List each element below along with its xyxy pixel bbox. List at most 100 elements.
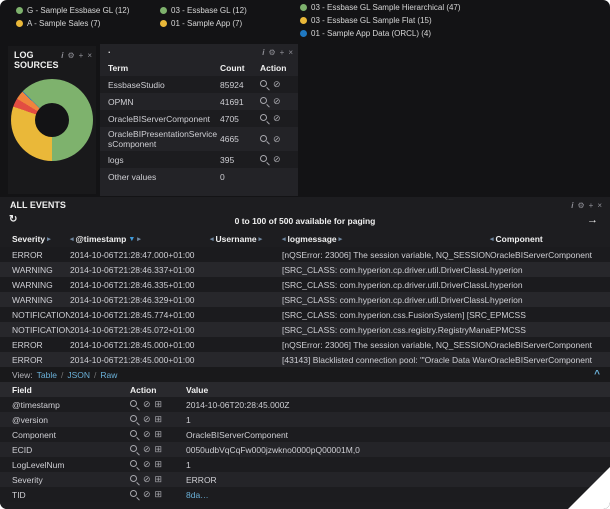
field-value: OracleBIServerComponent [186,430,610,440]
column-header-component[interactable]: ◂ Component [490,234,610,244]
close-icon[interactable]: × [597,201,602,210]
term-count: 41691 [220,97,260,107]
close-icon[interactable]: × [87,51,92,60]
chevron-left-icon[interactable]: ◂ [210,235,214,243]
legend-item[interactable]: G - Sample Essbase GL (12) [16,4,129,17]
timestamp-cell: 2014-10-06T21:28:45.774+01:00 [70,310,210,320]
event-row[interactable]: ERROR 2014-10-06T21:28:47.000+01:00 [nQS… [0,247,610,262]
all-events-panel: ALL EVENTS i ⚙ + × ↻ 0 to 100 of 500 ava… [0,197,610,509]
ban-icon[interactable]: ⊘ [143,475,151,484]
legend-item[interactable]: 03 - Essbase GL Sample Hierarchical (47) [300,1,461,14]
gear-icon[interactable]: ⚙ [268,48,275,57]
chevron-right-icon[interactable]: ▸ [47,235,51,243]
search-icon[interactable] [130,490,139,499]
chevron-right-icon[interactable]: ▸ [339,235,343,243]
gear-icon[interactable]: ⚙ [577,201,584,210]
series-color-dot [16,20,23,27]
info-icon[interactable]: i [61,51,63,60]
column-header-term: Term [108,63,220,73]
search-icon[interactable] [260,135,269,144]
severity-cell: NOTIFICATION [12,325,70,335]
column-header-severity[interactable]: Severity ▸ [12,234,70,244]
sort-desc-icon[interactable]: ▼ [128,236,135,243]
move-icon[interactable]: + [79,51,84,60]
component-cell: hyperion [490,295,610,305]
legend-item[interactable]: 01 - Sample App Data (ORCL) (4) [300,27,461,40]
search-icon[interactable] [130,430,139,439]
ban-icon[interactable]: ⊘ [273,97,281,106]
view-raw-link[interactable]: Raw [100,370,117,380]
collapse-detail-icon[interactable]: ^ [594,369,600,380]
legend-label: A - Sample Sales (7) [27,17,100,30]
table-cells-icon[interactable]: ⊞ [155,445,163,454]
ban-icon[interactable]: ⊘ [273,80,281,89]
info-icon[interactable]: i [262,48,264,57]
search-icon[interactable] [130,460,139,469]
ban-icon[interactable]: ⊘ [273,135,281,144]
log-sources-donut[interactable] [11,79,93,161]
search-icon[interactable] [260,97,269,106]
logmessage-cell: [nQSError: 23006] The session variable, … [282,340,490,350]
legend-label: 03 - Essbase GL (12) [171,4,247,17]
field-value: 1 [186,460,610,470]
chevron-right-icon[interactable]: ▸ [259,235,263,243]
next-page-icon[interactable]: → [587,214,598,226]
close-icon[interactable]: × [288,48,293,57]
event-row[interactable]: NOTIFICATION 2014-10-06T21:28:45.774+01:… [0,307,610,322]
refresh-icon[interactable]: ↻ [9,214,17,225]
event-row[interactable]: NOTIFICATION 2014-10-06T21:28:45.072+01:… [0,322,610,337]
term-row: OPMN 41691 ⊘ [100,93,298,110]
info-icon[interactable]: i [571,201,573,210]
column-header-username[interactable]: ◂ Username ▸ [210,234,282,244]
ban-icon[interactable]: ⊘ [143,400,151,409]
table-cells-icon[interactable]: ⊞ [155,430,163,439]
field-name: LogLevelNum [12,460,130,470]
term-row: Other values 0 [100,168,298,185]
event-row[interactable]: ERROR 2014-10-06T21:28:45.000+01:00 [nQS… [0,337,610,352]
ban-icon[interactable]: ⊘ [143,430,151,439]
column-header-logmessage[interactable]: ◂ logmessage ▸ [282,234,490,244]
ban-icon[interactable]: ⊘ [273,155,281,164]
search-icon[interactable] [260,80,269,89]
ban-icon[interactable]: ⊘ [273,114,281,123]
legend-item[interactable]: A - Sample Sales (7) [16,17,129,30]
search-icon[interactable] [130,445,139,454]
legend-item[interactable]: 01 - Sample App (7) [160,17,247,30]
term-value: OracleBIServerComponent [108,114,220,124]
ban-icon[interactable]: ⊘ [143,445,151,454]
event-row[interactable]: WARNING 2014-10-06T21:28:46.335+01:00 [S… [0,277,610,292]
table-cells-icon[interactable]: ⊞ [155,400,163,409]
ban-icon[interactable]: ⊘ [143,460,151,469]
event-row[interactable]: WARNING 2014-10-06T21:28:46.329+01:00 [S… [0,292,610,307]
search-icon[interactable] [130,400,139,409]
event-row[interactable]: WARNING 2014-10-06T21:28:46.337+01:00 [S… [0,262,610,277]
table-cells-icon[interactable]: ⊞ [155,475,163,484]
move-icon[interactable]: + [280,48,285,57]
table-cells-icon[interactable]: ⊞ [155,490,163,499]
legend-item[interactable]: 03 - Essbase GL (12) [160,4,247,17]
column-header-timestamp[interactable]: ◂ @timestamp ▼ ▸ [70,234,210,244]
legend-item[interactable]: 03 - Essbase GL Sample Flat (15) [300,14,461,27]
event-detail-bar: View: Table / JSON / Raw ^ [0,367,610,382]
gear-icon[interactable]: ⚙ [67,51,74,60]
view-table-link[interactable]: Table [37,370,57,380]
move-icon[interactable]: + [589,201,594,210]
chevron-left-icon[interactable]: ◂ [490,235,494,243]
event-row[interactable]: ERROR 2014-10-06T21:28:45.000+01:00 [431… [0,352,610,367]
ban-icon[interactable]: ⊘ [143,490,151,499]
field-row: ECID ⊘⊞ 0050udbVqCqFw000jzwkno0000pQ0000… [0,442,610,457]
search-icon[interactable] [130,415,139,424]
ban-icon[interactable]: ⊘ [143,415,151,424]
search-icon[interactable] [260,155,269,164]
table-cells-icon[interactable]: ⊞ [155,415,163,424]
view-json-link[interactable]: JSON [67,370,90,380]
panel-toolbar: i ⚙ + × [61,51,92,60]
table-cells-icon[interactable]: ⊞ [155,460,163,469]
chevron-left-icon[interactable]: ◂ [70,235,74,243]
field-value: 2014-10-06T20:28:45.000Z [186,400,610,410]
field-name: Component [12,430,130,440]
chevron-left-icon[interactable]: ◂ [282,235,286,243]
search-icon[interactable] [260,114,269,123]
chevron-right-icon[interactable]: ▸ [137,235,141,243]
search-icon[interactable] [130,475,139,484]
